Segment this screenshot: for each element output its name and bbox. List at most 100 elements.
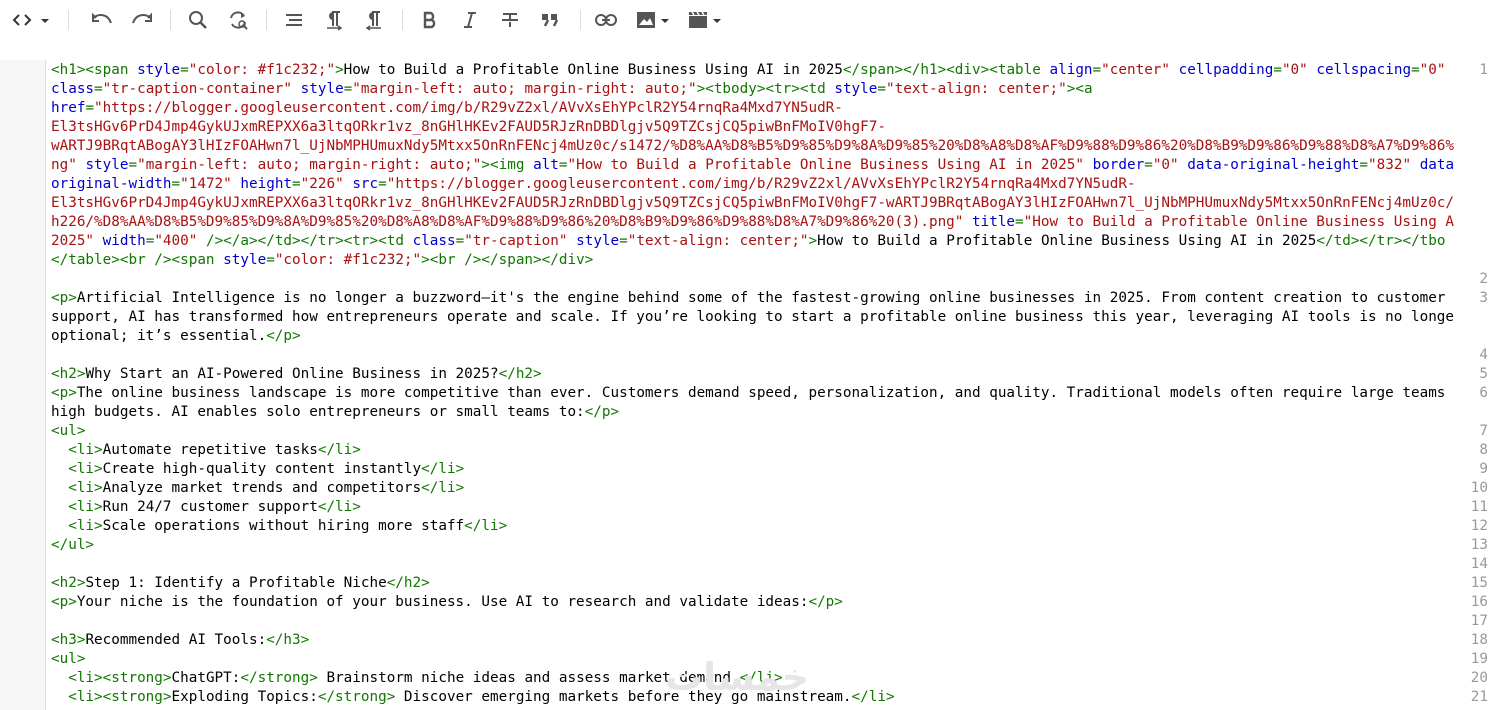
code-line[interactable]: <ul> xyxy=(51,422,85,441)
bold-button[interactable] xyxy=(416,6,444,34)
toolbar-divider xyxy=(68,10,69,30)
code-string: "400" xyxy=(154,233,198,249)
code-text: optional; it’s essential. xyxy=(51,328,267,344)
code-line[interactable]: <li>Run 24/7 customer support</li> xyxy=(51,498,361,517)
code-tag: <ul> xyxy=(51,651,86,667)
code-line[interactable]: high budgets. AI enables solo entreprene… xyxy=(51,403,619,422)
image-button[interactable] xyxy=(634,6,672,34)
code-attribute: align xyxy=(1049,62,1093,78)
code-tag: </span></h1><div><table xyxy=(842,62,1050,78)
code-line[interactable]: <h1><span style="color: #f1c232;">How to… xyxy=(51,61,1446,80)
code-view-icon xyxy=(11,10,51,30)
code-tag: = xyxy=(1359,157,1369,173)
code-tag: = xyxy=(128,157,138,173)
code-line[interactable]: </ul> xyxy=(51,536,94,555)
code-line[interactable]: original-width="1472" height="226" src="… xyxy=(51,175,1136,194)
code-line[interactable]: <ul> xyxy=(51,650,85,669)
code-attribute: data xyxy=(1419,157,1455,173)
code-tag: <h3> xyxy=(51,632,86,648)
paragraph-ltr-button[interactable] xyxy=(320,6,348,34)
video-icon xyxy=(687,10,723,30)
code-attribute: href xyxy=(51,100,86,116)
code-tag: = xyxy=(558,157,568,173)
code-text: Automate repetitive tasks xyxy=(102,442,318,458)
code-tag: = xyxy=(378,176,387,192)
replace-button[interactable] xyxy=(224,6,252,34)
code-line[interactable]: optional; it’s essential.</p> xyxy=(51,327,301,346)
code-string: El3tsHGv6PrD4Jmp4GykUJxmREPXX6a3ltqORkr1… xyxy=(51,119,886,135)
code-tag: <li> xyxy=(68,442,103,458)
quote-button[interactable] xyxy=(536,6,564,34)
code-tag: = xyxy=(1015,214,1024,230)
code-line[interactable]: ng" style="margin-left: auto; margin-rig… xyxy=(51,156,1454,175)
code-line[interactable]: <p>Your niche is the foundation of your … xyxy=(51,593,843,612)
html-code-editor[interactable]: 1 <h1><span style="color: #f1c232;">How t… xyxy=(0,60,1504,710)
redo-button[interactable] xyxy=(128,6,156,34)
code-line[interactable]: </table><br /><span style="color: #f1c23… xyxy=(51,251,593,270)
video-button[interactable] xyxy=(686,6,724,34)
code-string: "margin-left: auto; margin-right: auto;" xyxy=(137,157,482,173)
line-number: 20 xyxy=(1470,670,1488,686)
search-icon xyxy=(187,9,209,31)
code-line[interactable]: wARTJ9BRqtABogAY3lHIzFOAHwn7l_UjNbMPHUmu… xyxy=(51,137,1454,156)
code-line[interactable]: <li>Create high-quality content instantl… xyxy=(51,460,464,479)
format-button[interactable] xyxy=(280,6,308,34)
code-string: "color: #f1c232;" xyxy=(188,62,336,78)
paragraph-rtl-button[interactable] xyxy=(360,6,388,34)
code-line[interactable]: <li>Analyze market trends and competitor… xyxy=(51,479,464,498)
redo-icon xyxy=(130,10,154,30)
code-line[interactable]: support, AI has transformed how entrepre… xyxy=(51,308,1454,327)
strikethrough-button[interactable] xyxy=(496,6,524,34)
format-lines-icon xyxy=(283,10,305,30)
line-number: 7 xyxy=(1479,423,1488,439)
code-line[interactable]: El3tsHGv6PrD4Jmp4GykUJxmREPXX6a3ltqORkr1… xyxy=(51,194,1454,213)
code-line[interactable]: class="tr-caption-container" style="marg… xyxy=(51,80,1093,99)
code-line[interactable]: <h2>Step 1: Identify a Profitable Niche<… xyxy=(51,574,430,593)
code-line[interactable]: <p>The online business landscape is more… xyxy=(51,384,1445,403)
undo-button[interactable] xyxy=(88,6,116,34)
code-line[interactable]: <h3>Recommended AI Tools:</h3> xyxy=(51,631,309,650)
code-text: The online business landscape is more co… xyxy=(76,385,1446,401)
search-button[interactable] xyxy=(184,6,212,34)
code-text: Your niche is the foundation of your bus… xyxy=(76,594,809,610)
line-number: 5 xyxy=(1479,366,1488,382)
code-text: Why Start an AI-Powered Online Business … xyxy=(85,366,499,382)
replace-icon xyxy=(227,9,249,31)
code-line[interactable]: El3tsHGv6PrD4Jmp4GykUJxmREPXX6a3ltqORkr1… xyxy=(51,118,886,137)
code-line[interactable]: 2025" width = "400" /></a></td></tr><tr><t… xyxy=(51,232,1446,251)
image-icon xyxy=(635,10,671,30)
code-line[interactable]: <h2>Why Start an AI-Powered Online Busin… xyxy=(51,365,542,384)
code-attribute: style xyxy=(137,62,181,78)
code-line[interactable]: <p>Artificial Intelligence is no longer … xyxy=(51,289,1445,308)
italic-button[interactable] xyxy=(456,6,484,34)
code-tag: </li> xyxy=(317,442,361,458)
italic-icon xyxy=(460,10,480,30)
code-tag: <li> xyxy=(68,518,103,534)
code-string: "1472" xyxy=(180,176,232,192)
code-text: Exploding Topics: xyxy=(171,689,318,705)
code-tag: = xyxy=(85,100,95,116)
code-tag: <ul> xyxy=(51,423,86,439)
code-tag: = xyxy=(171,176,181,192)
code-line[interactable]: <li>Automate repetitive tasks</li> xyxy=(51,441,361,460)
code-line[interactable]: h226/%D8%AA%D8%B5%D9%85%D9%8A%D9%85%20%D… xyxy=(51,213,1454,232)
code-string: "tr-caption-container" xyxy=(102,81,293,97)
code-tag: = xyxy=(180,62,189,78)
watermark: خمسات xyxy=(665,655,809,699)
code-line[interactable]: href="https://blogger.googleusercontent.… xyxy=(51,99,843,118)
code-text: Scale operations without hiring more sta… xyxy=(102,518,465,534)
toolbar-divider xyxy=(580,10,581,30)
link-button[interactable] xyxy=(592,6,620,34)
code-tag: <h1><span xyxy=(51,62,138,78)
code-tag: = xyxy=(1273,62,1282,78)
code-tag: </table><br /><span xyxy=(51,252,224,268)
code-text: Recommended AI Tools: xyxy=(85,632,267,648)
code-line[interactable]: <li>Scale operations without hiring more… xyxy=(51,517,507,536)
code-view-button[interactable] xyxy=(10,6,52,34)
line-number-gutter xyxy=(0,60,46,710)
code-tag: </p> xyxy=(266,328,301,344)
code-string: "832" xyxy=(1368,157,1412,173)
